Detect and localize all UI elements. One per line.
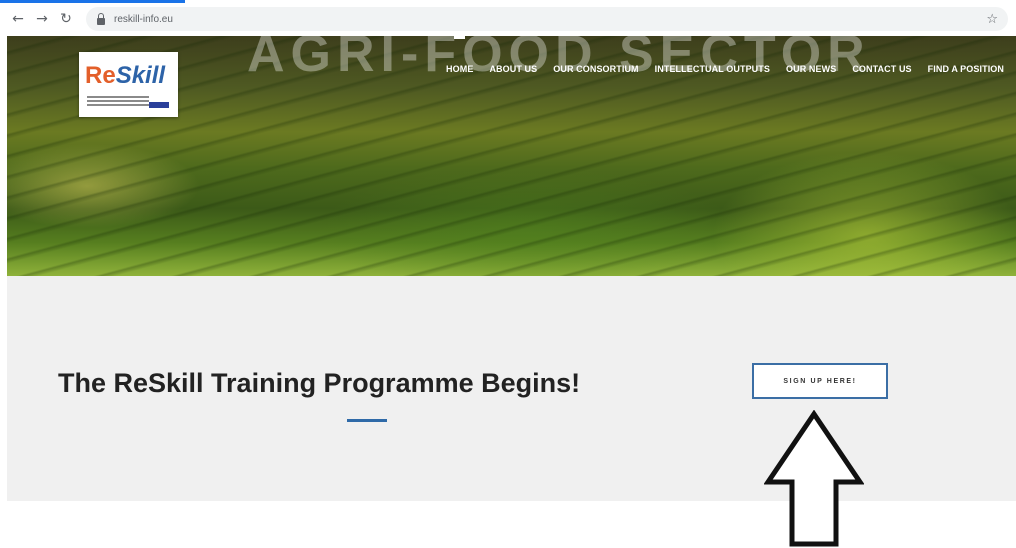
nav-item-our-news[interactable]: OUR NEWS <box>786 64 836 74</box>
reskill-logo[interactable]: ReSkill <box>79 52 178 117</box>
nav-item-find-a-position[interactable]: FIND A POSITION <box>928 64 1004 74</box>
logo-wordmark: ReSkill <box>85 62 166 89</box>
hero-background-word: AGRI-FOOD SECTOR <box>247 36 871 83</box>
reload-icon[interactable]: ↻ <box>56 9 76 29</box>
sign-up-button[interactable]: SIGN UP HERE! <box>752 363 888 399</box>
nav-item-contact-us[interactable]: CONTACT US <box>852 64 911 74</box>
nav-item-home[interactable]: HOME <box>446 36 473 74</box>
back-icon[interactable]: ← <box>8 9 28 29</box>
url-text: reskill-info.eu <box>114 13 173 25</box>
eu-flag-icon <box>149 102 169 108</box>
page-headline: The ReSkill Training Programme Begins! <box>58 368 581 398</box>
headline-accent-line <box>347 419 387 422</box>
lock-icon <box>96 13 106 25</box>
nav-item-about-us[interactable]: ABOUT US <box>489 64 537 74</box>
browser-toolbar: ← → ↻ reskill-info.eu ☆ <box>0 3 1016 35</box>
main-nav: HOME ABOUT US OUR CONSORTIUM INTELLECTUA… <box>446 36 1004 74</box>
star-icon[interactable]: ☆ <box>986 12 998 27</box>
forward-icon[interactable]: → <box>32 9 52 29</box>
hero-banner: AGRI-FOOD SECTOR ReSkill HOME ABOUT US O… <box>7 36 1016 276</box>
logo-tagline <box>87 96 149 108</box>
arrow-up-icon <box>764 410 864 547</box>
nav-item-intellectual-outputs[interactable]: INTELLECTUAL OUTPUTS <box>655 64 770 74</box>
nav-item-our-consortium[interactable]: OUR CONSORTIUM <box>553 64 638 74</box>
address-bar[interactable]: reskill-info.eu ☆ <box>86 7 1008 31</box>
